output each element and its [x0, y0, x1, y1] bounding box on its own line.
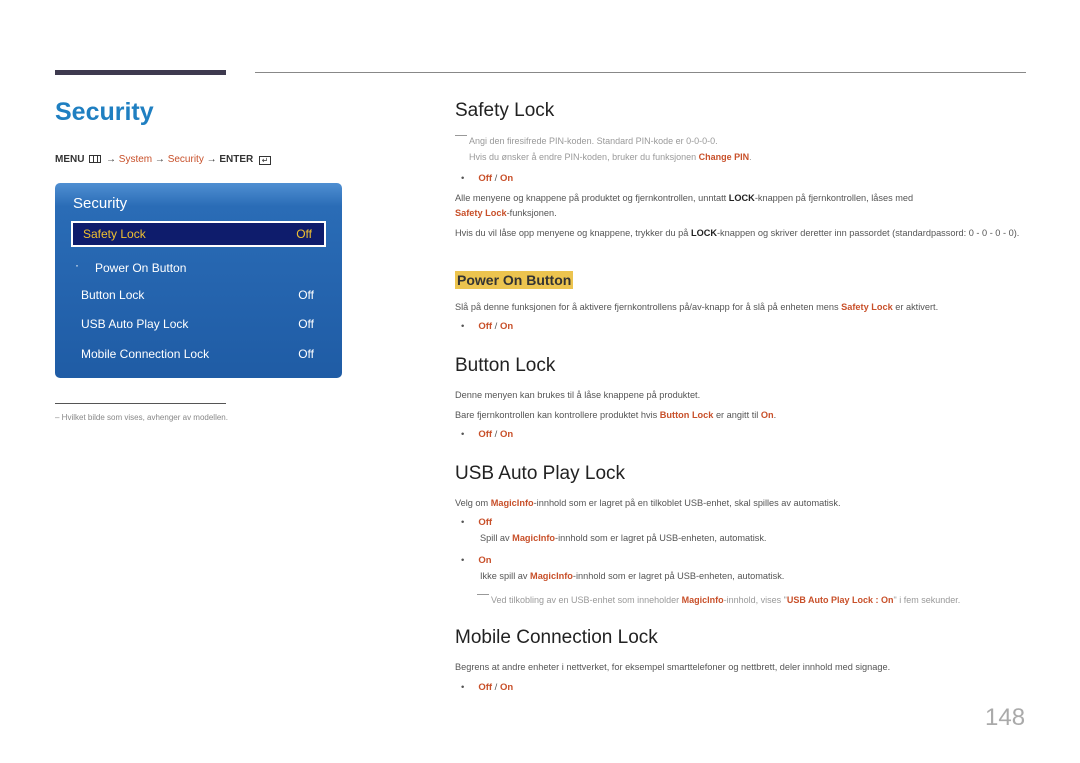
- mobile-connection-lock-desc: Begrens at andre enheter i nettverket, f…: [455, 662, 891, 672]
- button-lock-desc-1: Denne menyen kan brukes til å låse knapp…: [455, 390, 701, 400]
- menu-icon: [89, 155, 102, 163]
- breadcrumb-enter: ENTER: [219, 154, 254, 165]
- safety-lock-desc-2: Hvis du vil låse opp menyene og knappene…: [455, 228, 1020, 238]
- section-title-button-lock: Button Lock: [455, 355, 556, 376]
- bullet-icon: •: [461, 173, 465, 184]
- breadcrumb-arrow: →: [206, 154, 217, 165]
- breadcrumb-arrow: →: [154, 154, 165, 165]
- options-button-lock: • Off / On: [461, 429, 514, 440]
- osd-item-value: Off: [298, 288, 314, 302]
- option-usb-off-desc: Spill av MagicInfo-innhold som er lagret…: [480, 533, 767, 543]
- breadcrumb-system: System: [118, 154, 153, 165]
- osd-item-power-on-button[interactable]: · Power On Button: [71, 255, 326, 281]
- header-rule-thick: [55, 70, 226, 75]
- osd-item-label: Mobile Connection Lock: [81, 347, 210, 361]
- page-title: Security: [55, 98, 154, 126]
- header-rule-thin: [255, 72, 1026, 73]
- option-usb-on-desc: Ikke spill av MagicInfo-innhold som er l…: [480, 571, 785, 581]
- bullet-icon: •: [461, 555, 465, 566]
- option-usb-off: • Off: [461, 517, 493, 528]
- osd-item-mobile-connection-lock[interactable]: Mobile Connection Lock Off: [71, 341, 326, 367]
- options-mobile-connection-lock: • Off / On: [461, 682, 514, 693]
- breadcrumb: MENU → System → Security → ENTER ↵: [55, 154, 272, 165]
- enter-icon: ↵: [259, 156, 272, 165]
- usb-auto-play-lock-desc: Velg om MagicInfo-innhold som er lagret …: [455, 498, 841, 508]
- page-number: 148: [985, 704, 1026, 731]
- section-title-usb-auto-play-lock: USB Auto Play Lock: [455, 463, 626, 484]
- note-usb-auto-play: Ved tilkobling av en USB-enhet som inneh…: [477, 592, 1047, 608]
- section-title-mobile-connection-lock: Mobile Connection Lock: [455, 627, 658, 648]
- bullet-icon: •: [461, 321, 465, 332]
- osd-item-safety-lock[interactable]: Safety Lock Off: [71, 221, 326, 247]
- button-lock-desc-2: Bare fjernkontrollen kan kontrollere pro…: [455, 410, 777, 420]
- osd-item-value: Off: [296, 227, 312, 241]
- osd-item-value: Off: [298, 347, 314, 361]
- breadcrumb-arrow: →: [106, 154, 117, 165]
- section-title-safety-lock: Safety Lock: [455, 100, 555, 121]
- breadcrumb-menu: MENU: [55, 154, 85, 165]
- osd-item-label: Power On Button: [95, 261, 187, 275]
- bullet-icon: ·: [75, 258, 79, 272]
- osd-title: Security: [73, 195, 128, 212]
- osd-item-value: Off: [298, 317, 314, 331]
- footnote-divider: [55, 403, 226, 404]
- osd-item-button-lock[interactable]: Button Lock Off: [71, 282, 326, 308]
- footnote: – Hvilket bilde som vises, avhenger av m…: [55, 413, 228, 422]
- note-dash-icon: [477, 594, 489, 595]
- bullet-icon: •: [461, 517, 465, 528]
- breadcrumb-security: Security: [167, 154, 204, 165]
- bullet-icon: •: [461, 429, 465, 440]
- security-osd-menu: Security Safety Lock Off · Power On Butt…: [55, 183, 342, 378]
- osd-item-usb-auto-play-lock[interactable]: USB Auto Play Lock Off: [71, 311, 326, 337]
- options-power-on-button: • Off / On: [461, 321, 514, 332]
- option-usb-on: • On: [461, 555, 492, 566]
- osd-item-label: Safety Lock: [83, 227, 146, 241]
- safety-lock-desc-1: Alle menyene og knappene på produktet og…: [455, 193, 914, 218]
- bullet-icon: •: [461, 682, 465, 693]
- osd-item-label: Button Lock: [81, 288, 145, 302]
- note-pin: Angi den firesifrede PIN-koden. Standard…: [455, 133, 1025, 165]
- note-dash-icon: [455, 135, 467, 136]
- power-on-button-desc: Slå på denne funksjonen for å aktivere f…: [455, 302, 939, 312]
- options-safety-lock: • Off / On: [461, 173, 514, 184]
- change-pin-link[interactable]: Change PIN: [699, 152, 750, 162]
- osd-item-label: USB Auto Play Lock: [81, 317, 189, 331]
- subsection-title-power-on-button: Power On Button: [455, 271, 574, 289]
